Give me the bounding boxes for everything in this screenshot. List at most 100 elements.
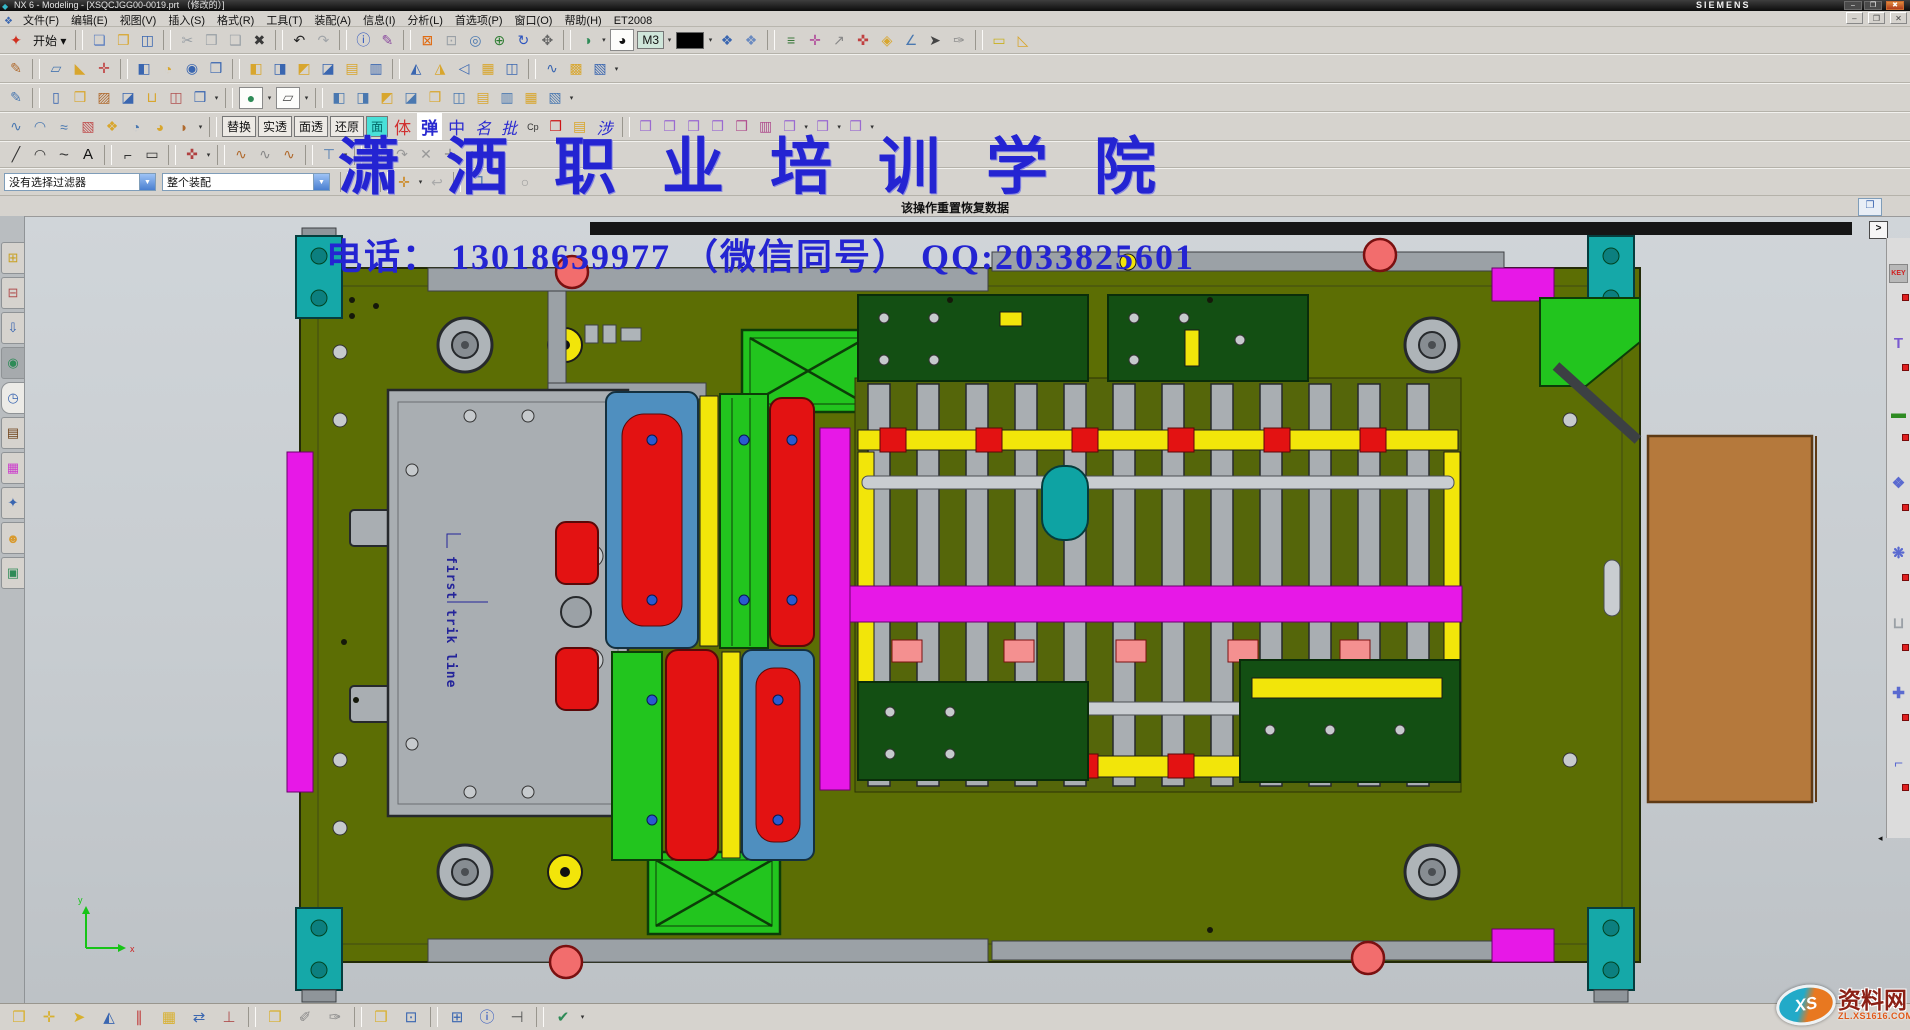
- helix-icon[interactable]: ∿: [462, 144, 486, 166]
- suppress-component-icon[interactable]: ∥: [124, 1006, 154, 1028]
- edit-section-icon[interactable]: ▧: [543, 87, 567, 109]
- constraint-navigator-tab[interactable]: ⊟: [1, 277, 25, 309]
- replace-toggle[interactable]: 替换: [222, 116, 256, 137]
- surface-icon[interactable]: ▧: [588, 58, 612, 80]
- name-toggle[interactable]: 名: [471, 114, 495, 140]
- mdi-restore-button[interactable]: ❐: [1868, 12, 1885, 24]
- menu-item-2[interactable]: 视图(V): [114, 11, 163, 29]
- spring-toggle[interactable]: 弹: [417, 113, 442, 140]
- dropdown-arrow-icon[interactable]: ▾: [204, 151, 213, 159]
- cp-toggle[interactable]: Cp: [523, 121, 543, 133]
- undo-selection-icon[interactable]: ↩: [425, 171, 449, 193]
- dropdown-arrow-icon[interactable]: ▾: [665, 36, 674, 44]
- datum-feature-icon[interactable]: ▯: [44, 87, 68, 109]
- trim-body-icon[interactable]: ◪: [316, 58, 340, 80]
- offset-region-icon[interactable]: ◧: [327, 87, 351, 109]
- history-tab[interactable]: ◷: [1, 382, 25, 414]
- replace-component-icon[interactable]: ⇄: [184, 1006, 214, 1028]
- zoom-icon[interactable]: ⊕: [487, 29, 511, 51]
- nx-logo-icon[interactable]: ✦: [4, 29, 28, 51]
- mdi-minimize-button[interactable]: –: [1846, 12, 1863, 24]
- bounded-plane-icon[interactable]: ◗: [172, 116, 196, 138]
- subtract-icon[interactable]: ◨: [268, 58, 292, 80]
- snapshot-icon[interactable]: ✑: [947, 29, 971, 51]
- green-block-part-item[interactable]: ▬: [1887, 378, 1910, 448]
- solid-transparent-toggle[interactable]: 实透: [258, 116, 292, 137]
- selection-scope-combo[interactable]: 整个装配▼: [162, 173, 330, 191]
- m3-button[interactable]: M3: [637, 31, 664, 49]
- intersect-curve-icon[interactable]: ✛: [438, 144, 462, 166]
- draft-icon[interactable]: ◁: [452, 58, 476, 80]
- edit-display-icon[interactable]: ◔: [489, 171, 513, 193]
- cam-unit-columns[interactable]: [606, 392, 814, 860]
- rectangle-icon[interactable]: ▭: [140, 144, 164, 166]
- interference-check-toggle[interactable]: 涉: [593, 114, 617, 140]
- menu-item-9[interactable]: 首选项(P): [449, 11, 509, 29]
- key-part-item[interactable]: KEY: [1887, 238, 1910, 308]
- mirror-face-icon[interactable]: ▥: [495, 87, 519, 109]
- extend-curve-icon[interactable]: ∿: [277, 144, 301, 166]
- lifting-lug[interactable]: [1588, 908, 1634, 1002]
- start-button[interactable]: 开始 ▾: [29, 31, 70, 50]
- edge-blend-icon[interactable]: ◭: [404, 58, 428, 80]
- swept-feature-icon[interactable]: ❒: [68, 87, 92, 109]
- sequence-icon[interactable]: ⊡: [396, 1006, 426, 1028]
- assembly-constraints-icon[interactable]: ⊥: [214, 1006, 244, 1028]
- resize-face-icon[interactable]: ◩: [375, 87, 399, 109]
- ruled-surface-icon[interactable]: ◠: [28, 116, 52, 138]
- rib-feature-icon[interactable]: ▨: [92, 87, 116, 109]
- offset-surface-icon[interactable]: ◔: [124, 116, 148, 138]
- unite-icon[interactable]: ◧: [244, 58, 268, 80]
- product-outline-icon[interactable]: ⊞: [442, 1006, 472, 1028]
- internet-tab[interactable]: ◉: [1, 347, 25, 379]
- menu-item-12[interactable]: ET2008: [608, 14, 659, 28]
- pattern-curve-icon[interactable]: ✎: [366, 144, 390, 166]
- move-component-icon[interactable]: ➤: [64, 1006, 94, 1028]
- face-transparent-toggle[interactable]: 面透: [294, 116, 328, 137]
- assembly-navigator-tab[interactable]: ⊞: [1, 242, 25, 274]
- hole-icon[interactable]: ◉: [180, 58, 204, 80]
- dropdown-arrow-icon[interactable]: ▾: [265, 94, 274, 102]
- info-icon[interactable]: ⓘ: [351, 29, 375, 51]
- datum-csys-icon[interactable]: ◣: [68, 58, 92, 80]
- point-tool-icon[interactable]: ✜: [180, 144, 204, 166]
- close-window-icon[interactable]: ⊠: [415, 29, 439, 51]
- window-icon[interactable]: ⊡: [439, 29, 463, 51]
- datum-plane-icon[interactable]: ▱: [44, 58, 68, 80]
- wrench-icon[interactable]: ✐: [290, 1006, 320, 1028]
- cad-model[interactable]: first trik line: [24, 216, 1910, 1003]
- menu-item-5[interactable]: 工具(T): [260, 11, 308, 29]
- t-slot-part-item[interactable]: T: [1887, 308, 1910, 378]
- rotate-icon[interactable]: ↻: [511, 29, 535, 51]
- assembly-cube6-icon[interactable]: ▥: [754, 116, 778, 138]
- part-family-tab[interactable]: ✦: [1, 487, 25, 519]
- close-button[interactable]: ✖: [1886, 1, 1904, 10]
- scene-tab[interactable]: ▣: [1, 557, 25, 589]
- system-materials-tab[interactable]: ▤: [1, 417, 25, 449]
- assembly-cube5-icon[interactable]: ❒: [730, 116, 754, 138]
- menu-item-10[interactable]: 窗口(O): [509, 11, 559, 29]
- vector-icon[interactable]: ↗: [827, 29, 851, 51]
- menu-item-6[interactable]: 装配(A): [308, 11, 357, 29]
- layer-settings-icon[interactable]: ≡: [779, 29, 803, 51]
- spline-icon[interactable]: ~: [52, 144, 76, 166]
- dropdown-arrow-icon[interactable]: ▾: [341, 151, 350, 159]
- line-icon[interactable]: ╱: [4, 144, 28, 166]
- trimmed-sheet-icon[interactable]: ◕: [148, 116, 172, 138]
- task-sketch-icon[interactable]: ✎: [4, 87, 28, 109]
- cylinder-part-item[interactable]: ⊔: [1887, 588, 1910, 658]
- move-face-icon[interactable]: ▱: [276, 87, 300, 109]
- offset-curve-icon[interactable]: ⊤: [317, 144, 341, 166]
- dropdown-arrow-icon[interactable]: ▾: [212, 94, 221, 102]
- fullscreen-toggle-icon[interactable]: ❐: [1858, 198, 1882, 216]
- assembly-cube3-icon[interactable]: ❒: [682, 116, 706, 138]
- assembly-cube8-icon[interactable]: ❒: [811, 116, 835, 138]
- fillet-curve-icon[interactable]: ∿: [229, 144, 253, 166]
- dark-green-plate[interactable]: [858, 295, 1088, 381]
- view-layout-icon[interactable]: ❖: [739, 29, 763, 51]
- mirror-body-icon[interactable]: ◫: [500, 58, 524, 80]
- fit-view-icon[interactable]: ◎: [463, 29, 487, 51]
- lifting-lug[interactable]: [296, 908, 342, 1002]
- profile-icon[interactable]: ⌐: [116, 144, 140, 166]
- add-component-icon[interactable]: ❒: [4, 1006, 34, 1028]
